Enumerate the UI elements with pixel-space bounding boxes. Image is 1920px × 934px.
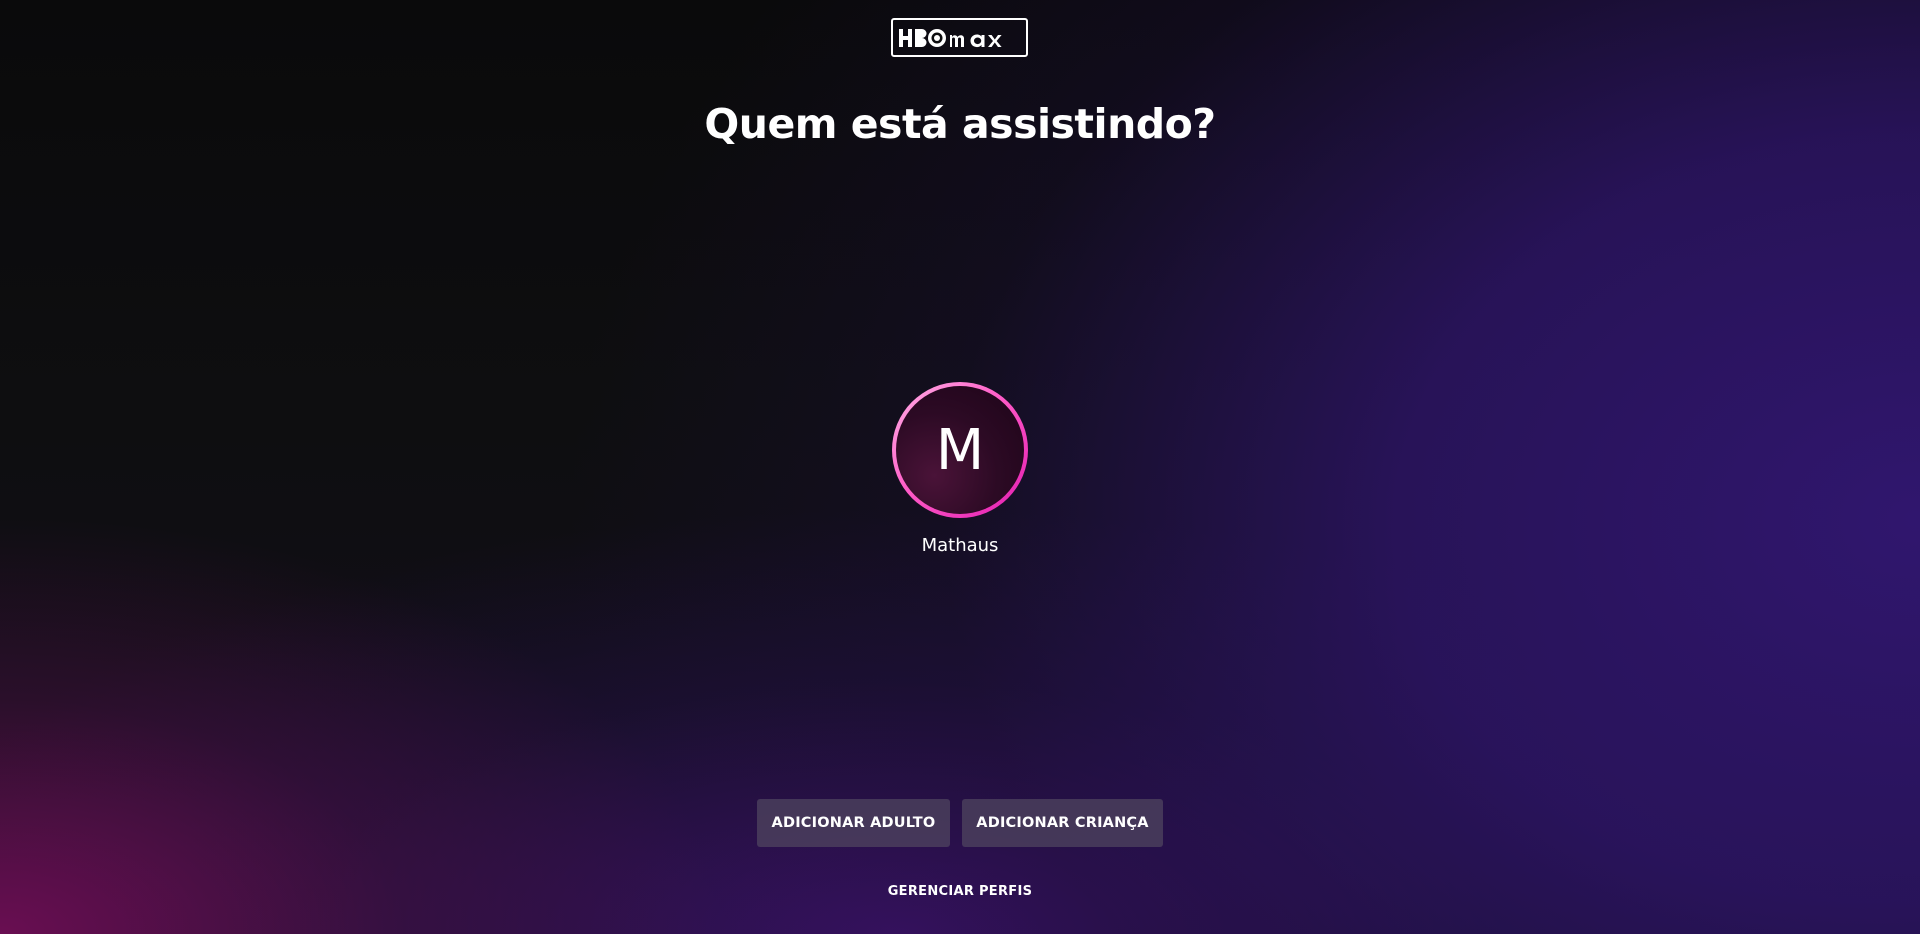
avatar[interactable]: M [896,386,1024,514]
page-title: Quem está assistindo? [704,100,1216,148]
profile-selection-page: Quem está assistindo? M Mathaus ADICIONA… [0,0,1920,934]
hbomax-logo [891,18,1028,57]
profile-name[interactable]: Mathaus [892,535,1028,556]
avatar-initial: M [935,417,985,483]
hbomax-logo-mark [899,28,1002,47]
manage-profiles-link[interactable]: GERENCIAR PERFIS [0,884,1920,899]
profile-card-mathaus[interactable]: M Mathaus [892,382,1028,556]
add-child-button[interactable]: ADICIONAR CRIANÇA [962,799,1163,847]
avatar-ring: M [892,382,1028,518]
add-adult-button[interactable]: ADICIONAR ADULTO [757,799,950,847]
